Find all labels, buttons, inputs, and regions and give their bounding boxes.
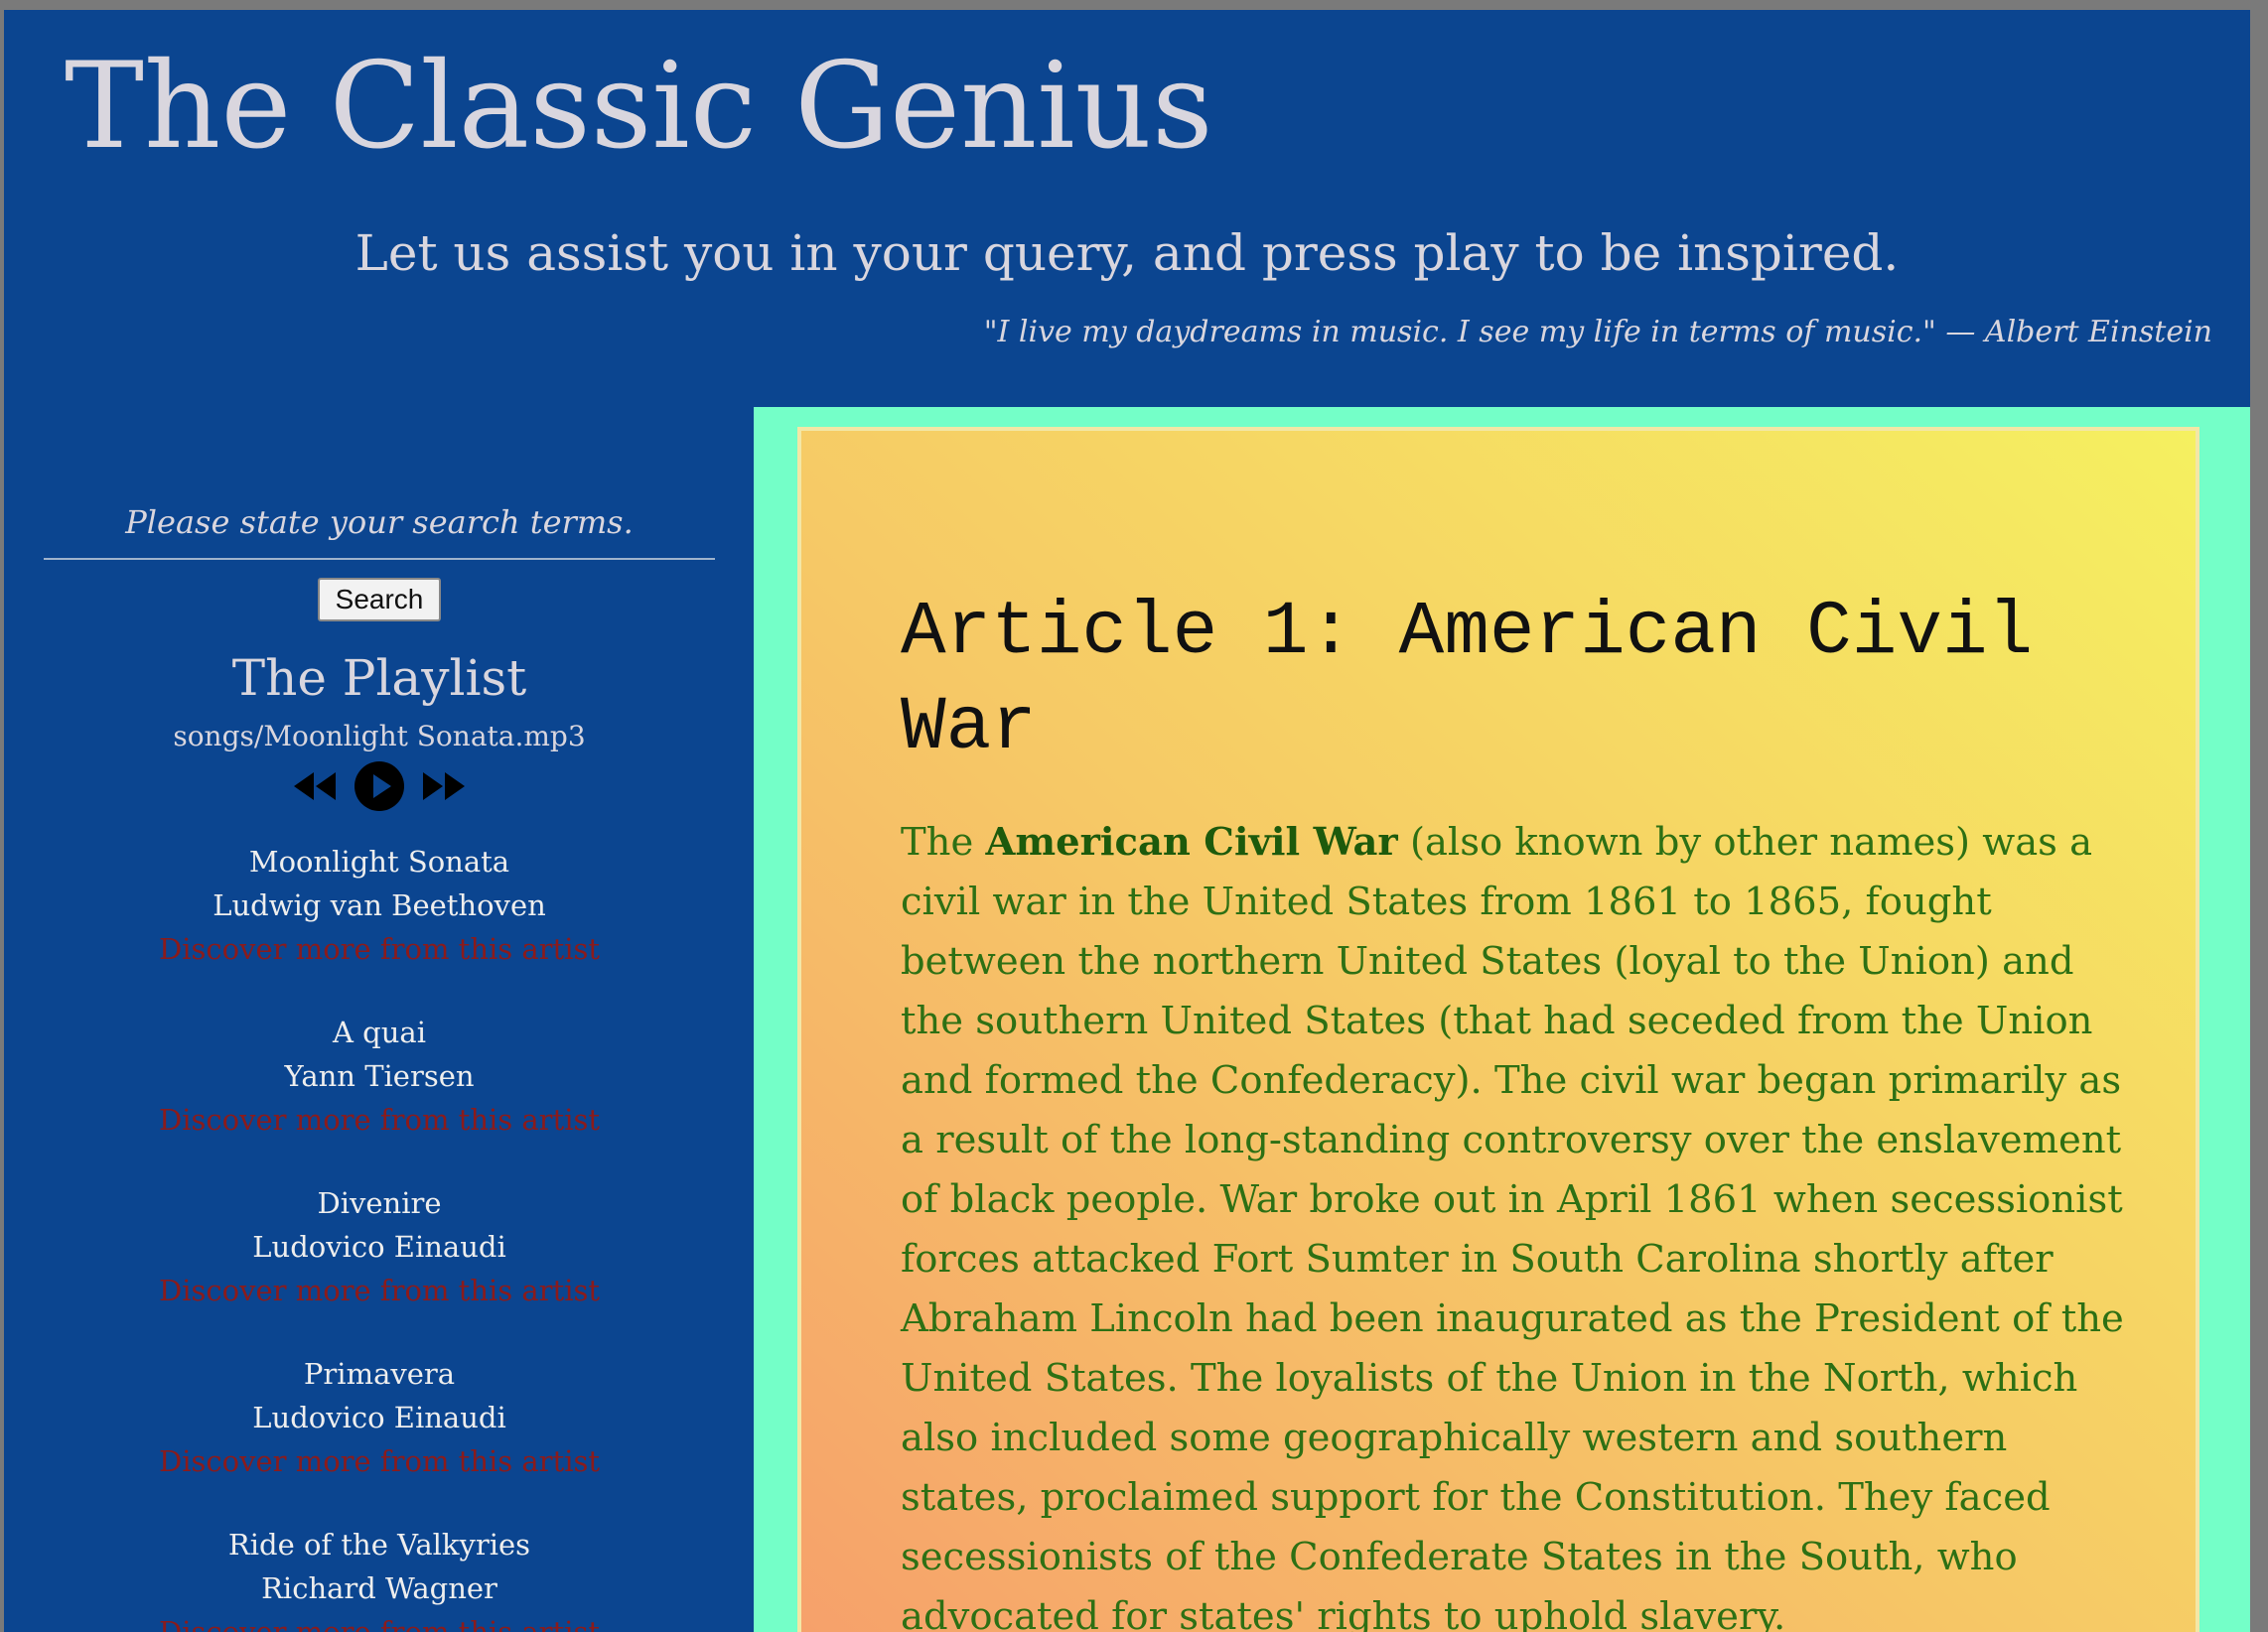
play-icon[interactable] [354, 760, 405, 817]
article-body-lead: The [901, 820, 986, 865]
now-playing-file: songs/Moonlight Sonata.mp3 [173, 720, 586, 752]
article-card: Article 1: American Civil War The Americ… [797, 427, 2199, 1632]
article-body: The American Civil War (also known by ot… [901, 813, 2132, 1632]
discover-artist-link[interactable]: Discover more from this artist [159, 1615, 600, 1632]
song-artist: Ludovico Einaudi [252, 1401, 506, 1434]
discover-artist-link[interactable]: Discover more from this artist [159, 932, 600, 966]
list-item: Divenire Ludovico Einaudi Discover more … [44, 1181, 715, 1312]
article-title: Article 1: American Civil War [901, 590, 2034, 770]
fast-forward-icon[interactable] [419, 770, 467, 807]
article-body-bold: American Civil War [985, 820, 1398, 865]
list-item: Moonlight Sonata Ludwig van Beethoven Di… [44, 840, 715, 971]
song-artist: Ludovico Einaudi [252, 1230, 506, 1264]
song-title[interactable]: Divenire [44, 1181, 715, 1225]
song-title[interactable]: Primavera [44, 1352, 715, 1396]
song-artist: Ludwig van Beethoven [213, 888, 546, 922]
playlist-title: The Playlist [231, 649, 527, 707]
rewind-icon[interactable] [292, 770, 340, 807]
song-artist: Richard Wagner [261, 1571, 497, 1605]
search-button[interactable]: Search [317, 578, 442, 621]
sidebar: Search The Playlist songs/Moonlight Sona… [44, 486, 715, 1632]
site-tagline: Let us assist you in your query, and pre… [354, 224, 1900, 282]
song-title[interactable]: Moonlight Sonata [44, 840, 715, 884]
discover-artist-link[interactable]: Discover more from this artist [159, 1103, 600, 1137]
song-artist: Yann Tiersen [284, 1059, 475, 1093]
article-body-rest: (also known by other names) was a civil … [901, 820, 2124, 1632]
list-item: A quai Yann Tiersen Discover more from t… [44, 1011, 715, 1142]
list-item: Primavera Ludovico Einaudi Discover more… [44, 1352, 715, 1483]
song-title[interactable]: Ride of the Valkyries [44, 1523, 715, 1566]
song-title[interactable]: A quai [44, 1011, 715, 1054]
site-title: The Classic Genius [65, 38, 1213, 176]
page: The Classic Genius Let us assist you in … [4, 10, 2250, 1632]
player-controls [44, 760, 715, 816]
search-input[interactable] [44, 486, 715, 560]
song-list: Moonlight Sonata Ludwig van Beethoven Di… [44, 840, 715, 1632]
list-item: Ride of the Valkyries Richard Wagner Dis… [44, 1523, 715, 1632]
discover-artist-link[interactable]: Discover more from this artist [159, 1274, 600, 1307]
main-content: Article 1: American Civil War The Americ… [754, 407, 2250, 1632]
einstein-quote: "I live my daydreams in music. I see my … [983, 315, 2212, 349]
discover-artist-link[interactable]: Discover more from this artist [159, 1444, 600, 1478]
